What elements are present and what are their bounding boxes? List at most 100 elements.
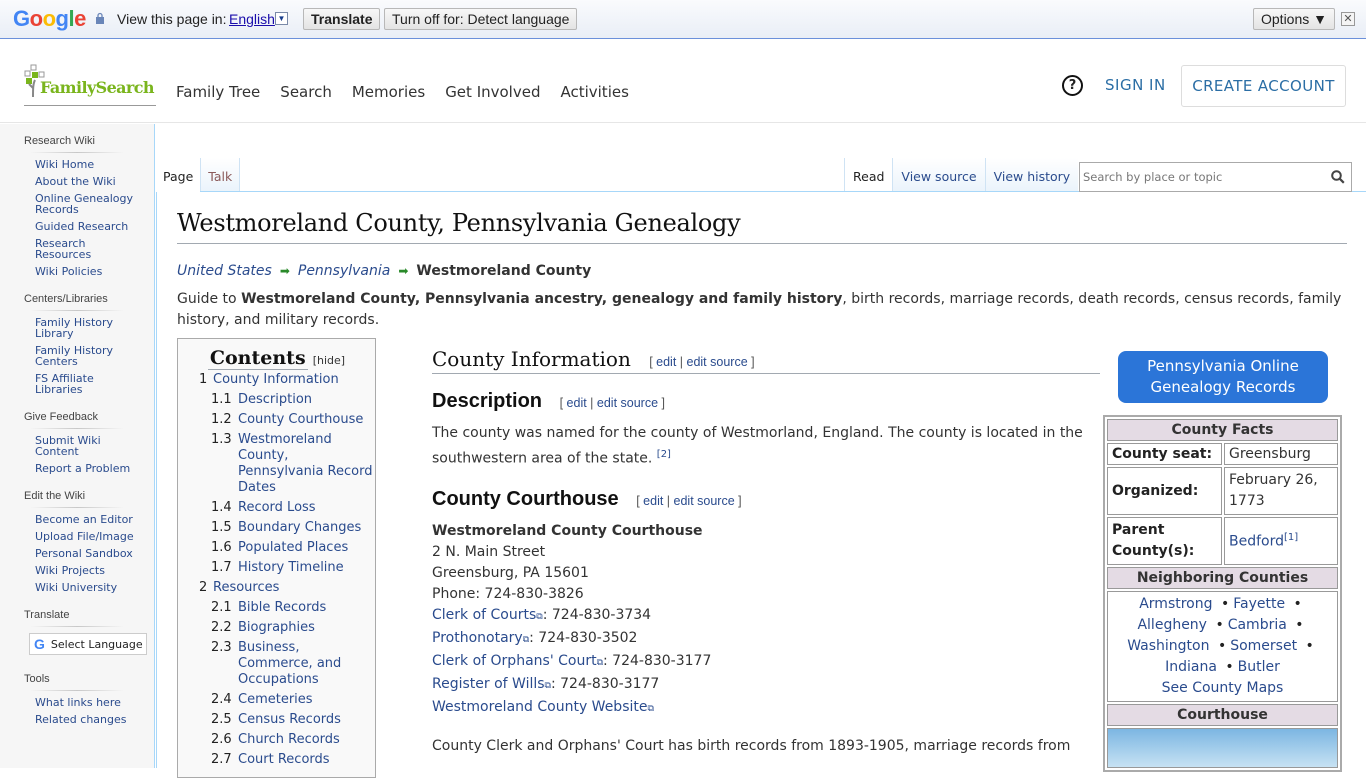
toc-link[interactable]: Business, Commerce, and Occupations [238, 640, 375, 688]
familysearch-logo[interactable]: FamilySearch [24, 64, 156, 106]
toc-link[interactable]: Bible Records [238, 600, 326, 616]
sidebar-item-personal-sandbox[interactable]: Personal Sandbox [0, 548, 154, 559]
sidebar-item-wiki-projects[interactable]: Wiki Projects [0, 565, 154, 576]
sidebar-item-what-links-here[interactable]: What links here [0, 697, 154, 708]
nav-search[interactable]: Search [280, 83, 332, 101]
toc-link[interactable]: County Information [213, 372, 339, 388]
nav-memories[interactable]: Memories [352, 83, 425, 101]
sidebar-item-fh-centers[interactable]: Family History Centers [0, 345, 154, 367]
clerk-of-courts-link[interactable]: Clerk of Courts [432, 607, 536, 623]
orphans-court-link[interactable]: Clerk of Orphans' Court [432, 653, 597, 669]
sign-in-link[interactable]: SIGN IN [1105, 76, 1166, 94]
courthouse-image[interactable] [1107, 728, 1338, 768]
search-input[interactable] [1083, 170, 1323, 184]
toc-link[interactable]: Biographies [238, 620, 315, 636]
nav-get-involved[interactable]: Get Involved [445, 83, 540, 101]
sidebar-item-report-problem[interactable]: Report a Problem [0, 463, 154, 474]
neighbor-link[interactable]: Cambria [1228, 617, 1287, 633]
toc-entry[interactable]: 1.7 History Timeline [178, 560, 375, 576]
close-icon[interactable]: ✕ [1341, 12, 1355, 26]
toc-link[interactable]: Description [238, 392, 312, 408]
sidebar-item-fh-library[interactable]: Family History Library [0, 317, 154, 339]
breadcrumb-united-states[interactable]: United States [177, 263, 272, 279]
sidebar-item-affiliate-libraries[interactable]: FS Affiliate Libraries [0, 373, 154, 395]
reference-link[interactable]: [2] [657, 449, 671, 460]
toc-entry[interactable]: 2.3 Business, Commerce, and Occupations [178, 640, 375, 688]
breadcrumb-pennsylvania[interactable]: Pennsylvania [298, 263, 390, 279]
toc-link[interactable]: Westmoreland County, Pennsylvania Record… [238, 432, 375, 496]
toc-hide-toggle[interactable]: [hide] [313, 354, 345, 367]
nav-family-tree[interactable]: Family Tree [176, 83, 260, 101]
sidebar-item-about-wiki[interactable]: About the Wiki [0, 176, 154, 187]
turn-off-button[interactable]: Turn off for: Detect language [384, 8, 578, 30]
toc-link[interactable]: Boundary Changes [238, 520, 361, 536]
toc-entry[interactable]: 1.5 Boundary Changes [178, 520, 375, 536]
prothonotary-link[interactable]: Prothonotary [432, 630, 523, 646]
tab-view-source[interactable]: View source [892, 158, 985, 192]
sidebar-item-related-changes[interactable]: Related changes [0, 714, 154, 725]
sidebar-item-upload-file[interactable]: Upload File/Image [0, 531, 154, 542]
sidebar-item-submit-content[interactable]: Submit Wiki Content [0, 435, 154, 457]
neighbor-link[interactable]: Butler [1238, 659, 1280, 675]
sidebar-item-guided-research[interactable]: Guided Research [0, 221, 154, 232]
toc-entry[interactable]: 1.1 Description [178, 392, 375, 408]
county-maps-link[interactable]: See County Maps [1162, 680, 1284, 696]
create-account-button[interactable]: CREATE ACCOUNT [1181, 65, 1346, 107]
language-link[interactable]: English [229, 11, 275, 27]
sidebar-item-wiki-university[interactable]: Wiki University [0, 582, 154, 593]
toc-entry[interactable]: 1 County Information [178, 372, 375, 388]
edit-link[interactable]: edit [643, 494, 663, 508]
toc-link[interactable]: Populated Places [238, 540, 348, 556]
toc-link[interactable]: County Courthouse [238, 412, 363, 428]
toc-entry[interactable]: 2.6 Church Records [178, 732, 375, 748]
neighbor-link[interactable]: Indiana [1165, 659, 1217, 675]
toc-entry[interactable]: 1.6 Populated Places [178, 540, 375, 556]
toc-entry[interactable]: 2 Resources [178, 580, 375, 596]
neighbor-link[interactable]: Fayette [1233, 596, 1285, 612]
neighbor-link[interactable]: Allegheny [1137, 617, 1207, 633]
select-language-dropdown[interactable]: G Select Language [29, 633, 147, 655]
toc-entry[interactable]: 2.7 Court Records [178, 752, 375, 768]
sidebar-item-wiki-home[interactable]: Wiki Home [0, 159, 154, 170]
help-icon[interactable]: ? [1062, 75, 1083, 96]
options-button[interactable]: Options ▼ [1253, 8, 1335, 30]
neighbor-link[interactable]: Armstrong [1139, 596, 1212, 612]
edit-link[interactable]: edit [567, 396, 587, 410]
pa-online-records-button[interactable]: Pennsylvania Online Genealogy Records [1118, 351, 1328, 403]
toc-entry[interactable]: 2.1 Bible Records [178, 600, 375, 616]
toc-entry[interactable]: 2.2 Biographies [178, 620, 375, 636]
toc-link[interactable]: History Timeline [238, 560, 344, 576]
translate-button[interactable]: Translate [303, 8, 381, 30]
toc-entry[interactable]: 1.2 County Courthouse [178, 412, 375, 428]
neighbor-link[interactable]: Somerset [1230, 638, 1297, 654]
sidebar-item-wiki-policies[interactable]: Wiki Policies [0, 266, 154, 277]
reference-link[interactable]: [1] [1284, 532, 1298, 543]
sidebar-item-research-resources[interactable]: Research Resources [0, 238, 154, 260]
toc-link[interactable]: Church Records [238, 732, 340, 748]
toc-link[interactable]: Cemeteries [238, 692, 313, 708]
toc-link[interactable]: Record Loss [238, 500, 316, 516]
tab-read[interactable]: Read [844, 158, 893, 192]
toc-link[interactable]: Court Records [238, 752, 330, 768]
toc-entry[interactable]: 1.4 Record Loss [178, 500, 375, 516]
neighbor-link[interactable]: Washington [1127, 638, 1209, 654]
toc-entry[interactable]: 1.3 Westmoreland County, Pennsylvania Rec… [178, 432, 375, 496]
toc-link[interactable]: Resources [213, 580, 279, 596]
language-dropdown-icon[interactable]: ▼ [275, 12, 288, 25]
edit-source-link[interactable]: edit source [687, 355, 748, 369]
toc-entry[interactable]: 2.4 Cemeteries [178, 692, 375, 708]
nav-activities[interactable]: Activities [560, 83, 628, 101]
sidebar-item-become-editor[interactable]: Become an Editor [0, 514, 154, 525]
toc-link[interactable]: Census Records [238, 712, 341, 728]
parent-county-link[interactable]: Bedford [1229, 534, 1284, 550]
search-icon[interactable] [1331, 170, 1345, 184]
toc-entry[interactable]: 2.5 Census Records [178, 712, 375, 728]
county-website-link[interactable]: Westmoreland County Website [432, 699, 647, 715]
register-of-wills-link[interactable]: Register of Wills [432, 676, 545, 692]
tab-view-history[interactable]: View history [984, 158, 1079, 192]
sidebar-item-online-records[interactable]: Online Genealogy Records [0, 193, 154, 215]
tab-talk[interactable]: Talk [201, 158, 241, 192]
edit-source-link[interactable]: edit source [597, 396, 658, 410]
tab-page[interactable]: Page [156, 158, 202, 192]
edit-source-link[interactable]: edit source [674, 494, 735, 508]
